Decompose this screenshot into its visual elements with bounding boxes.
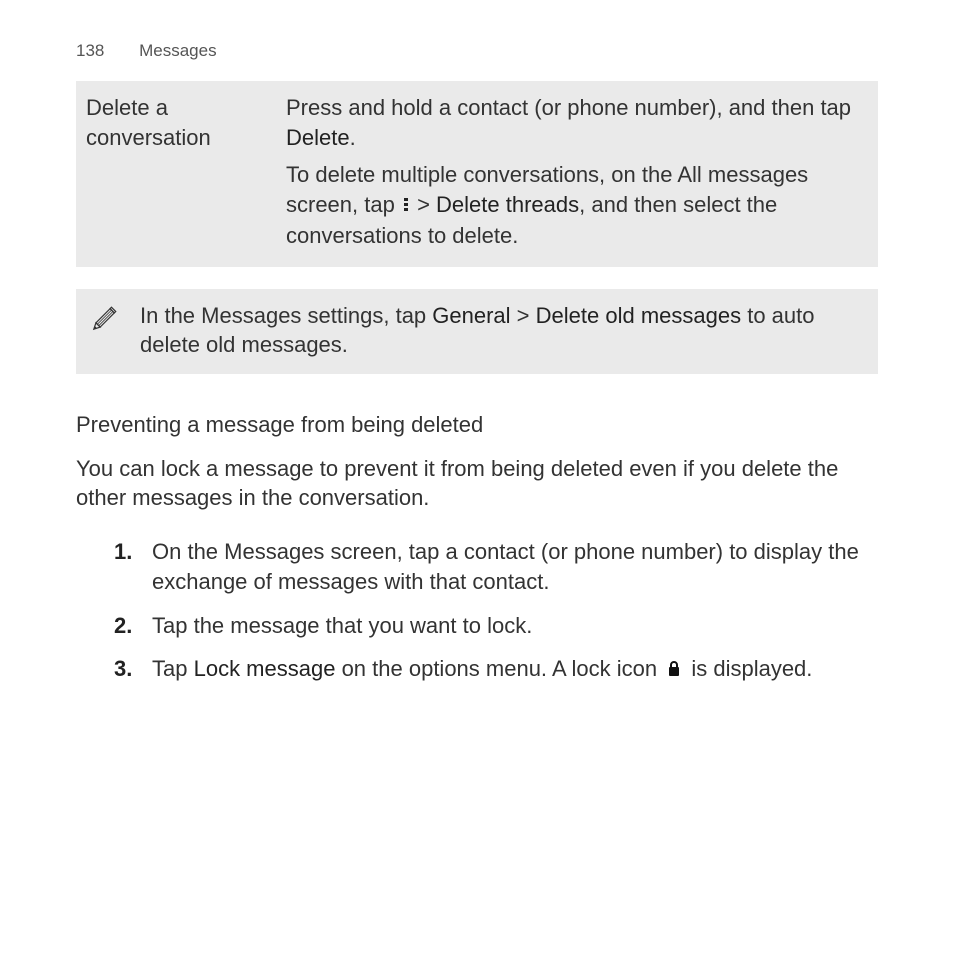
section-heading: Preventing a message from being deleted [76, 410, 878, 440]
section-name: Messages [139, 41, 216, 60]
bold-text: Delete [286, 125, 350, 150]
tip-text: In the Messages settings, tap General > … [140, 301, 864, 360]
list-item: Tap the message that you want to lock. [152, 611, 878, 641]
bold-text: Delete old messages [536, 303, 741, 328]
paragraph: Press and hold a contact (or phone numbe… [286, 93, 868, 152]
list-item: On the Messages screen, tap a contact (o… [152, 537, 878, 596]
page-number: 138 [76, 41, 104, 60]
paragraph: To delete multiple conversations, on the… [286, 160, 868, 250]
tip-box: In the Messages settings, tap General > … [76, 289, 878, 374]
table-row-content: Press and hold a contact (or phone numbe… [286, 93, 868, 251]
table-row-label: Delete a conversation [86, 93, 266, 251]
body-paragraph: You can lock a message to prevent it fro… [76, 454, 878, 513]
bold-text: Delete threads [436, 192, 579, 217]
instruction-table-row: Delete a conversation Press and hold a c… [76, 81, 878, 267]
lock-icon [667, 656, 681, 686]
overflow-menu-icon [403, 191, 409, 221]
pencil-icon [86, 303, 120, 345]
page-header: 138 Messages [76, 40, 878, 63]
bold-text: General [432, 303, 510, 328]
document-page: 138 Messages Delete a conversation Press… [0, 0, 954, 685]
steps-list: On the Messages screen, tap a contact (o… [76, 537, 878, 685]
list-item: Tap Lock message on the options menu. A … [152, 654, 878, 685]
bold-text: Lock message [194, 656, 336, 681]
